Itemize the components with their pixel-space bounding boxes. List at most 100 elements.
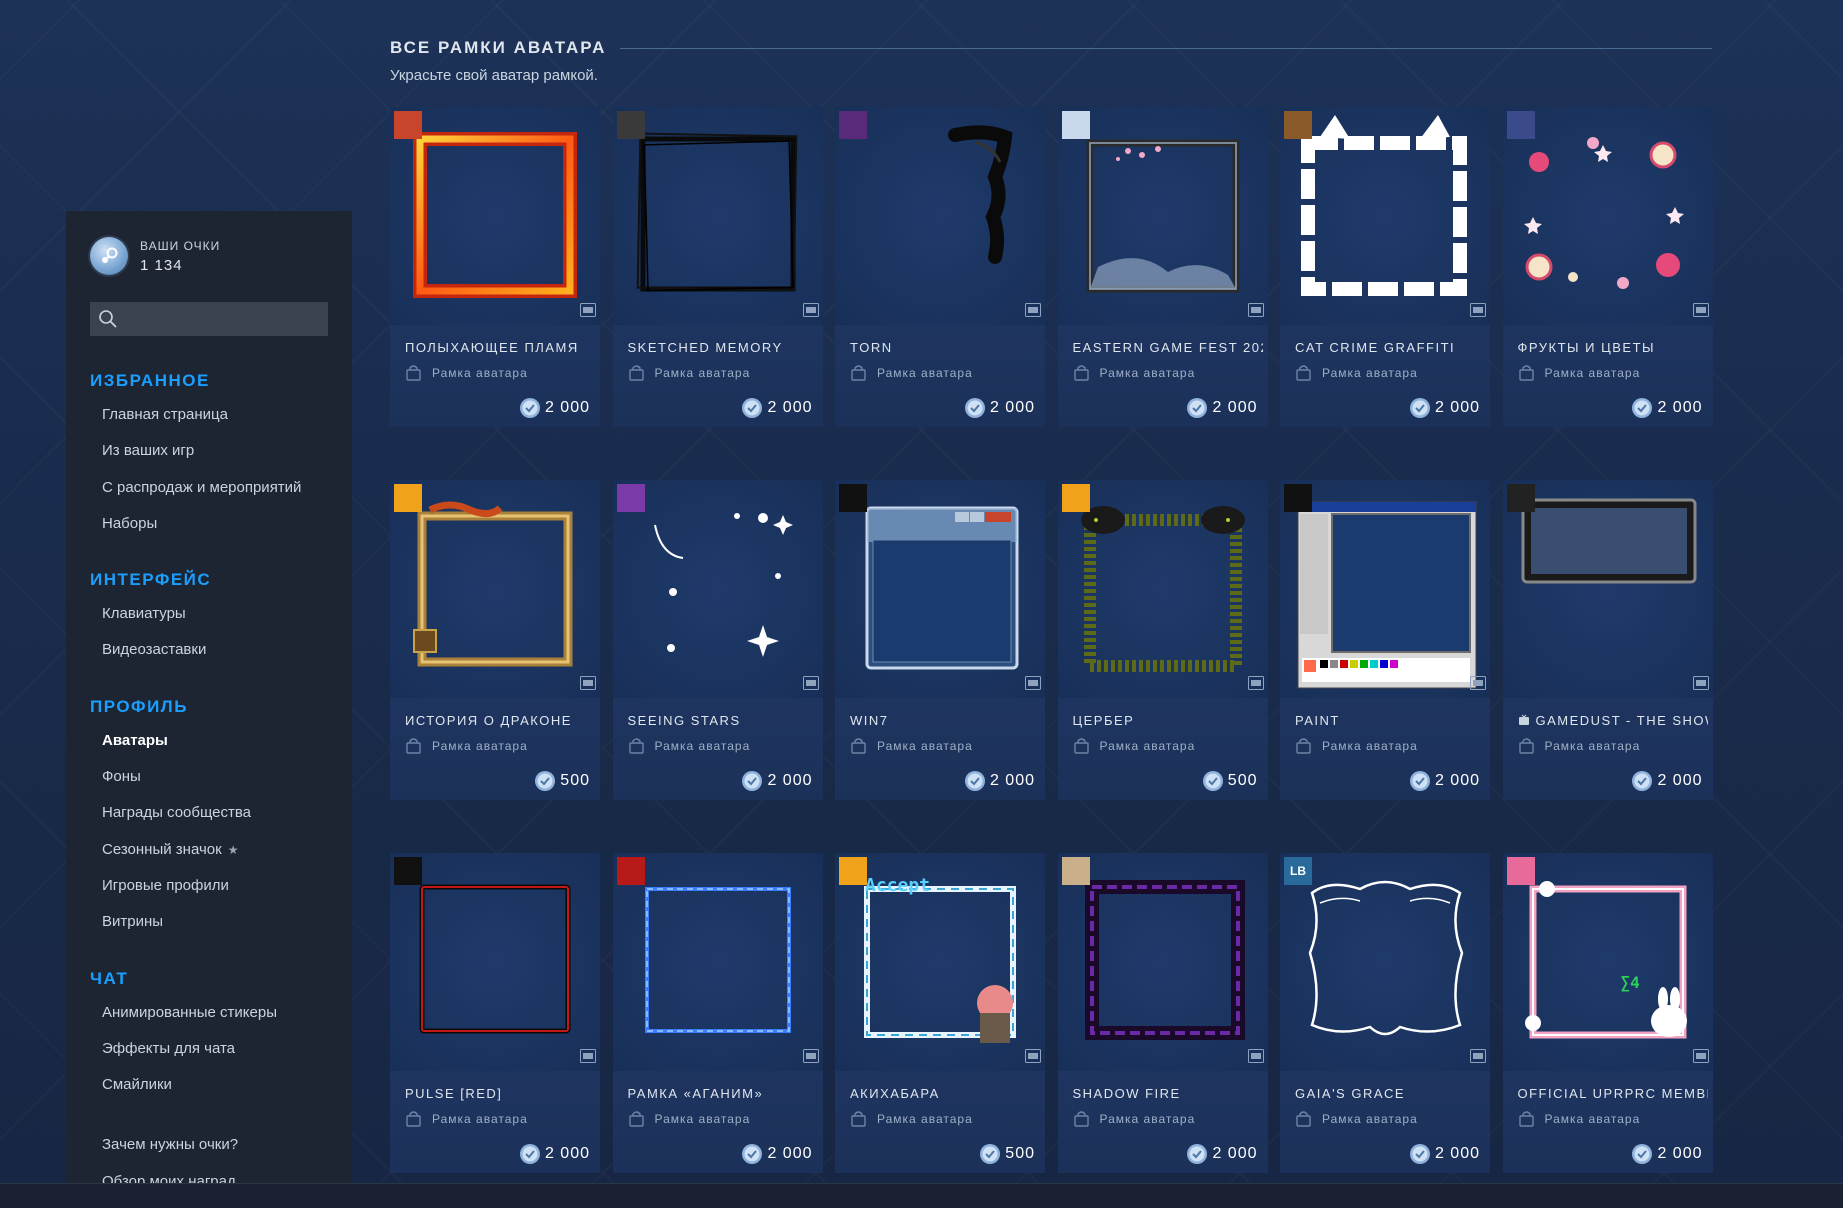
frame-preview[interactable]	[835, 480, 1045, 698]
frame-price[interactable]: 2 000	[1186, 1143, 1257, 1165]
avatar-frame-card[interactable]: GAMEDUST - THE SHOW Рамка аватара 2 000	[1502, 480, 1713, 800]
frame-price[interactable]: 2 000	[741, 1143, 812, 1165]
frame-price[interactable]: 2 000	[1409, 770, 1480, 792]
avatar-frame-card[interactable]: PAINT Рамка аватара 2 000	[1280, 480, 1490, 800]
frame-preview[interactable]: LB	[1280, 853, 1490, 1071]
frame-preview[interactable]: Accept	[835, 853, 1045, 1071]
frame-preview[interactable]	[1057, 107, 1268, 325]
frame-price[interactable]: 500	[534, 770, 590, 792]
stars-frame-image	[653, 513, 793, 657]
purple-face-game-icon	[616, 484, 645, 512]
search-input[interactable]	[118, 301, 328, 337]
frame-type-label: Рамка аватара	[1322, 738, 1418, 753]
nav-section-interface[interactable]: ИНТЕРФЕЙС	[90, 570, 340, 592]
nav-item-bundles[interactable]: Наборы	[90, 506, 340, 542]
avatar-frame-card[interactable]: PULSE [RED] Рамка аватара 2 000	[390, 853, 600, 1173]
nav-item-from-your-games[interactable]: Из ваших игр	[90, 433, 340, 469]
frame-price[interactable]: 2 000	[519, 1143, 590, 1165]
frame-preview[interactable]	[390, 107, 600, 325]
frame-price[interactable]: 500	[1202, 770, 1258, 792]
cerberus-frame-image	[1080, 506, 1245, 672]
avatar-frame-card[interactable]: ПОЛЫХАЮЩЕЕ ПЛАМЯ Рамка аватара 2 000	[390, 107, 600, 427]
avatar-frame-card[interactable]: WIN7 Рамка аватара 2 000	[835, 480, 1045, 800]
steam-points-icon	[519, 398, 540, 418]
frame-preview[interactable]	[1280, 480, 1490, 698]
nav-item-sales-events[interactable]: С распродаж и мероприятий	[90, 470, 340, 506]
frame-preview[interactable]	[1280, 107, 1490, 325]
avatar-frame-type-icon	[1296, 365, 1311, 381]
pink-girl-game-icon	[1506, 857, 1535, 885]
price-value: 2 000	[544, 1145, 590, 1162]
frame-price[interactable]: 2 000	[1631, 770, 1702, 792]
frame-type-label: Рамка аватара	[1099, 365, 1196, 380]
avatar-frame-card[interactable]: Accept АКИХАБАРА Рамка аватара 500	[835, 853, 1045, 1173]
avatar-frame-card[interactable]: ЦЕРБЕР Рамка аватара 500	[1057, 480, 1268, 800]
avatar-frame-card[interactable]: SHADOW FIRE Рамка аватара 2 000	[1057, 853, 1268, 1173]
nav-section-favorites[interactable]: ИЗБРАННОЕ	[90, 371, 340, 393]
animated-preview-icon	[1692, 303, 1709, 317]
nav-item-keyboards[interactable]: Клавиатуры	[90, 596, 340, 632]
avatar-frame-card[interactable]: TORN Рамка аватара 2 000	[835, 107, 1045, 427]
nav-item-avatars[interactable]: Аватары	[90, 723, 340, 759]
frame-name-text: GAIA'S GRACE	[1295, 1086, 1406, 1101]
frame-preview[interactable]	[1057, 480, 1268, 698]
avatar-frame-card[interactable]: EASTERN GAME FEST 2024 Рамка аватара 2 0…	[1057, 107, 1268, 427]
avatar-frame-card[interactable]: LB GAIA'S GRACE Рамка аватара 2 000	[1280, 853, 1490, 1173]
graffiti-frame-image	[1301, 115, 1467, 296]
frame-preview[interactable]	[1502, 480, 1713, 698]
frame-preview[interactable]	[612, 107, 823, 325]
frame-price[interactable]: 2 000	[741, 397, 812, 419]
frame-info: ИСТОРИЯ О ДРАКОНЕ Рамка аватара 500	[390, 698, 600, 800]
avatar-frame-type-icon	[1518, 1111, 1534, 1127]
frame-price[interactable]: 2 000	[519, 397, 590, 419]
avatar-frame-card[interactable]: ИСТОРИЯ О ДРАКОНЕ Рамка аватара 500	[390, 480, 600, 800]
frame-preview[interactable]	[1057, 853, 1268, 1071]
nav-item-seasonal-badge[interactable]: Сезонный значок ★	[90, 832, 340, 868]
price-value: 2 000	[767, 1145, 813, 1162]
frame-preview[interactable]: ∑4	[1502, 853, 1713, 1071]
nav-item-community-awards[interactable]: Награды сообщества	[90, 795, 340, 831]
frame-preview[interactable]	[835, 107, 1045, 325]
cs-game-icon	[394, 484, 422, 512]
nav-section-profile[interactable]: ПРОФИЛЬ	[90, 697, 340, 719]
animated-preview-icon	[1247, 676, 1264, 690]
frame-preview[interactable]	[1502, 107, 1713, 325]
nav-section-chat[interactable]: ЧАТ	[90, 969, 340, 991]
robot-game-icon	[1506, 111, 1535, 139]
frame-price[interactable]: 2 000	[964, 770, 1035, 792]
nav-item-home[interactable]: Главная страница	[90, 397, 340, 433]
frame-preview[interactable]	[612, 480, 823, 698]
avatar-frame-card[interactable]: РАМКА «АГАНИМ» Рамка аватара 2 000	[612, 853, 823, 1173]
avatar-frame-card[interactable]: CAT CRIME GRAFFITI Рамка аватара 2 000	[1280, 107, 1490, 427]
frame-name: TORN	[850, 340, 1040, 355]
frame-price[interactable]: 2 000	[1186, 397, 1257, 419]
frame-preview[interactable]	[612, 853, 823, 1071]
nav-item-backgrounds[interactable]: Фоны	[90, 759, 340, 795]
nav-item-showcases[interactable]: Витрины	[90, 904, 340, 940]
eastern-frame-image	[1086, 139, 1239, 293]
avatar-frame-type-icon	[406, 1111, 421, 1127]
frame-preview[interactable]	[390, 853, 600, 1071]
nav-item-game-profiles[interactable]: Игровые профили	[90, 868, 340, 904]
frame-price[interactable]: 2 000	[964, 397, 1035, 419]
frame-info: ЦЕРБЕР Рамка аватара 500	[1057, 698, 1268, 800]
avatar-frame-card[interactable]: SKETCHED MEMORY Рамка аватара 2 000	[612, 107, 823, 427]
avatar-frame-card[interactable]: SEEING STARS Рамка аватара 2 000	[612, 480, 823, 800]
animated-preview-icon	[1692, 1049, 1709, 1063]
frame-price[interactable]: 500	[979, 1143, 1035, 1165]
avatar-frame-card[interactable]: ∑4 OFFICIAL UPRPRC MEMBER Рамка аватара …	[1502, 853, 1713, 1173]
frame-price[interactable]: 2 000	[741, 770, 812, 792]
nav-item-why-points[interactable]: Зачем нужны очки?	[90, 1127, 340, 1163]
frame-price[interactable]: 2 000	[1409, 1143, 1480, 1165]
frame-preview[interactable]	[390, 480, 600, 698]
nav-item-emoticons[interactable]: Смайлики	[90, 1067, 340, 1103]
frame-price[interactable]: 2 000	[1631, 397, 1702, 419]
nav-item-animated-stickers[interactable]: Анимированные стикеры	[90, 995, 340, 1031]
frame-price[interactable]: 2 000	[1631, 1143, 1702, 1165]
avatar-frame-card[interactable]: ФРУКТЫ И ЦВЕТЫ Рамка аватара 2 000	[1502, 107, 1713, 427]
steam-points-icon	[1187, 398, 1208, 418]
steam-points-icon	[1409, 771, 1430, 791]
frame-price[interactable]: 2 000	[1409, 397, 1480, 419]
nav-item-chat-effects[interactable]: Эффекты для чата	[90, 1031, 340, 1067]
nav-item-startup-movies[interactable]: Видеозаставки	[90, 632, 340, 668]
